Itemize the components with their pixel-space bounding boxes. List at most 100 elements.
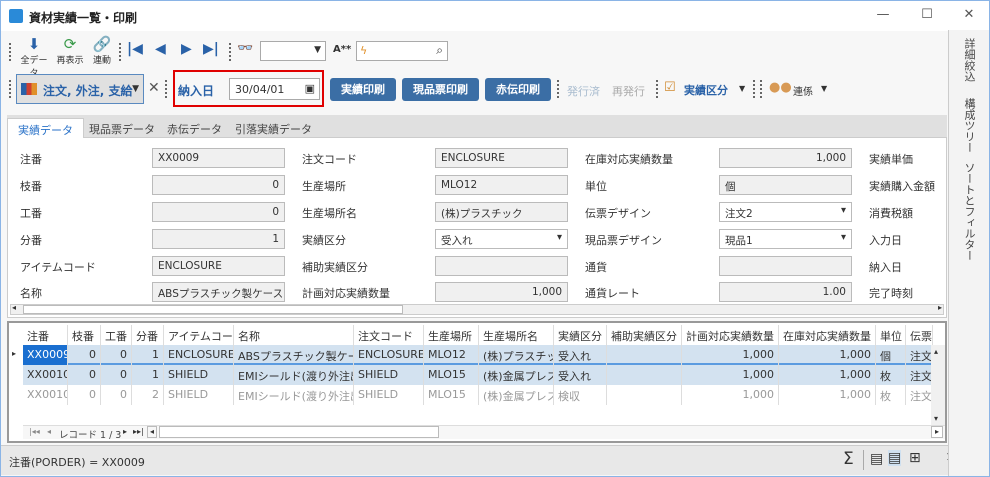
field-select[interactable]: 受入れ [435,229,568,249]
first-record-icon[interactable]: |◀ [127,41,143,57]
toolbar-grip[interactable] [753,80,756,98]
minimize-button[interactable]: — [873,7,893,22]
column-header[interactable]: 単位 [876,325,906,345]
table-cell[interactable]: 1,000 [779,385,876,405]
calendar-icon[interactable]: ▣ [305,82,315,95]
table-cell[interactable] [607,345,682,365]
field-input[interactable]: 0 [152,175,285,195]
scroll-down-icon[interactable]: ▾ [934,414,938,423]
field-input[interactable]: 個 [719,175,852,195]
table-cell[interactable]: 0 [101,385,132,405]
table-cell[interactable] [607,385,682,405]
sum-icon[interactable]: Σ [843,449,854,469]
table-row[interactable]: XX0010 0 0 1 SHIELD EMIシールド(渡り外注出) SHIELD MLO15… [23,365,935,385]
table-cell[interactable]: 0 [68,385,101,405]
table-cell[interactable]: 1,000 [779,345,876,365]
toolbar-grip[interactable] [9,43,12,61]
scroll-up-icon[interactable]: ▴ [934,347,938,356]
first-record-icon[interactable]: |◂◂ [29,427,40,436]
table-cell[interactable]: 個 [876,345,906,365]
column-header[interactable]: アイテムコード [164,325,234,345]
column-header[interactable]: 伝票 [906,325,933,345]
table-cell[interactable]: MLO12 [424,345,479,365]
table-cell[interactable]: EMIシールド(渡り外注出) [234,385,354,405]
column-header[interactable]: 生産場所 [424,325,479,345]
field-input[interactable]: 0 [152,202,285,222]
column-header[interactable]: 名称 [234,325,354,345]
column-header[interactable]: 枝番 [68,325,101,345]
reissue-button[interactable]: 再発行 [612,83,645,99]
field-input[interactable]: XX0009 [152,148,285,168]
scroll-right-icon[interactable]: ▸ [931,426,943,438]
table-cell[interactable]: SHIELD [164,365,234,385]
table-cell[interactable]: 1,000 [682,385,779,405]
table-cell[interactable]: 0 [68,345,101,365]
search-icon[interactable]: ⌕ [436,43,443,58]
column-header[interactable]: 工番 [101,325,132,345]
column-header[interactable]: 生産場所名 [479,325,554,345]
close-button[interactable]: ✕ [959,7,979,22]
field-input[interactable] [435,256,568,276]
field-input[interactable]: 1.00 [719,282,852,302]
all-data-button[interactable]: ⬇全データ [17,35,51,79]
table-cell[interactable]: 枚 [876,365,906,385]
issued-button[interactable]: 発行済 [567,83,600,99]
field-select[interactable]: 注文2 [719,202,852,222]
tab-actual-data[interactable]: 実績データ [7,118,84,138]
toolbar-grip[interactable] [119,43,122,61]
field-input[interactable]: MLO12 [435,175,568,195]
toolbar-grip[interactable] [229,43,232,61]
side-tab-sort-filter[interactable]: ソートとフィルター [961,162,977,261]
print-goods-tag-button[interactable]: 現品票印刷 [402,78,479,101]
column-header[interactable]: 分番 [132,325,164,345]
field-input[interactable]: 1,000 [719,148,852,168]
maximize-button[interactable]: ☐ [917,7,937,22]
table-cell[interactable] [607,365,682,385]
refresh-button[interactable]: ⟳ 再表示 [53,35,87,66]
table-cell[interactable]: XX0010 [23,365,68,385]
scroll-right-icon[interactable]: ▸ [938,303,942,312]
field-select[interactable]: 現品1 [719,229,852,249]
table-cell[interactable]: 注文 [906,365,933,385]
relation-dropdown[interactable]: ●● 連係 ▼ [769,78,831,100]
table-cell[interactable]: MLO15 [424,365,479,385]
column-header[interactable]: 補助実績区分 [607,325,682,345]
table-cell[interactable]: SHIELD [354,385,424,405]
table-cell[interactable]: EMIシールド(渡り外注出) [234,365,354,385]
table-row[interactable]: XX0010 0 0 2 SHIELD EMIシールド(渡り外注出) SHIELD MLO15… [23,385,935,405]
delivery-date-input[interactable]: 30/04/01 ▣ [229,78,320,100]
table-cell[interactable]: 0 [68,365,101,385]
prev-record-icon[interactable]: ◂ [47,427,51,436]
tab-goods-tag-data[interactable]: 現品票データ [79,118,165,138]
column-header[interactable]: 在庫対応実績数量 [779,325,876,345]
column-header[interactable]: 注文コード [354,325,424,345]
table-row[interactable]: XX0009001ENCLOSUREABSプラスチック製ケースENCLOSURE… [23,345,935,365]
column-header[interactable]: 実績区分 [554,325,607,345]
form-view-icon[interactable]: ▤ [870,451,883,467]
grid-view-icon[interactable]: ⊞ [909,450,921,466]
search-field-combo[interactable]: ▼ [260,41,326,61]
table-cell[interactable]: (株)金属プレス [479,385,554,405]
clear-filter-icon[interactable]: ✕ [148,80,160,96]
toolbar-grip[interactable] [760,80,763,98]
next-record-icon[interactable]: ▶ [181,41,192,57]
grid-horizontal-scrollbar[interactable] [159,426,439,438]
table-cell[interactable]: (株)プラスチック [479,345,554,365]
table-cell[interactable]: 1,000 [779,365,876,385]
field-input[interactable] [719,256,852,276]
grid-vertical-scrollbar[interactable]: ▴ ▾ [931,345,945,425]
table-cell[interactable]: 注文 [906,385,933,405]
field-input[interactable]: 1,000 [435,282,568,302]
binoculars-icon[interactable]: 👓 [237,41,253,56]
tab-red-slip-data[interactable]: 赤伝データ [157,118,232,138]
field-input[interactable]: ENCLOSURE [152,256,285,276]
table-cell[interactable]: ENCLOSURE [354,345,424,365]
next-record-icon[interactable]: ▸ [123,427,127,436]
table-cell[interactable]: 枚 [876,385,906,405]
table-cell[interactable]: (株)金属プレス [479,365,554,385]
tab-deduction-data[interactable]: 引落実績データ [225,118,322,138]
table-cell[interactable]: 注文 [906,345,933,365]
table-cell[interactable]: SHIELD [164,385,234,405]
table-cell[interactable]: XX0010 [23,385,68,405]
table-cell[interactable]: 0 [101,365,132,385]
